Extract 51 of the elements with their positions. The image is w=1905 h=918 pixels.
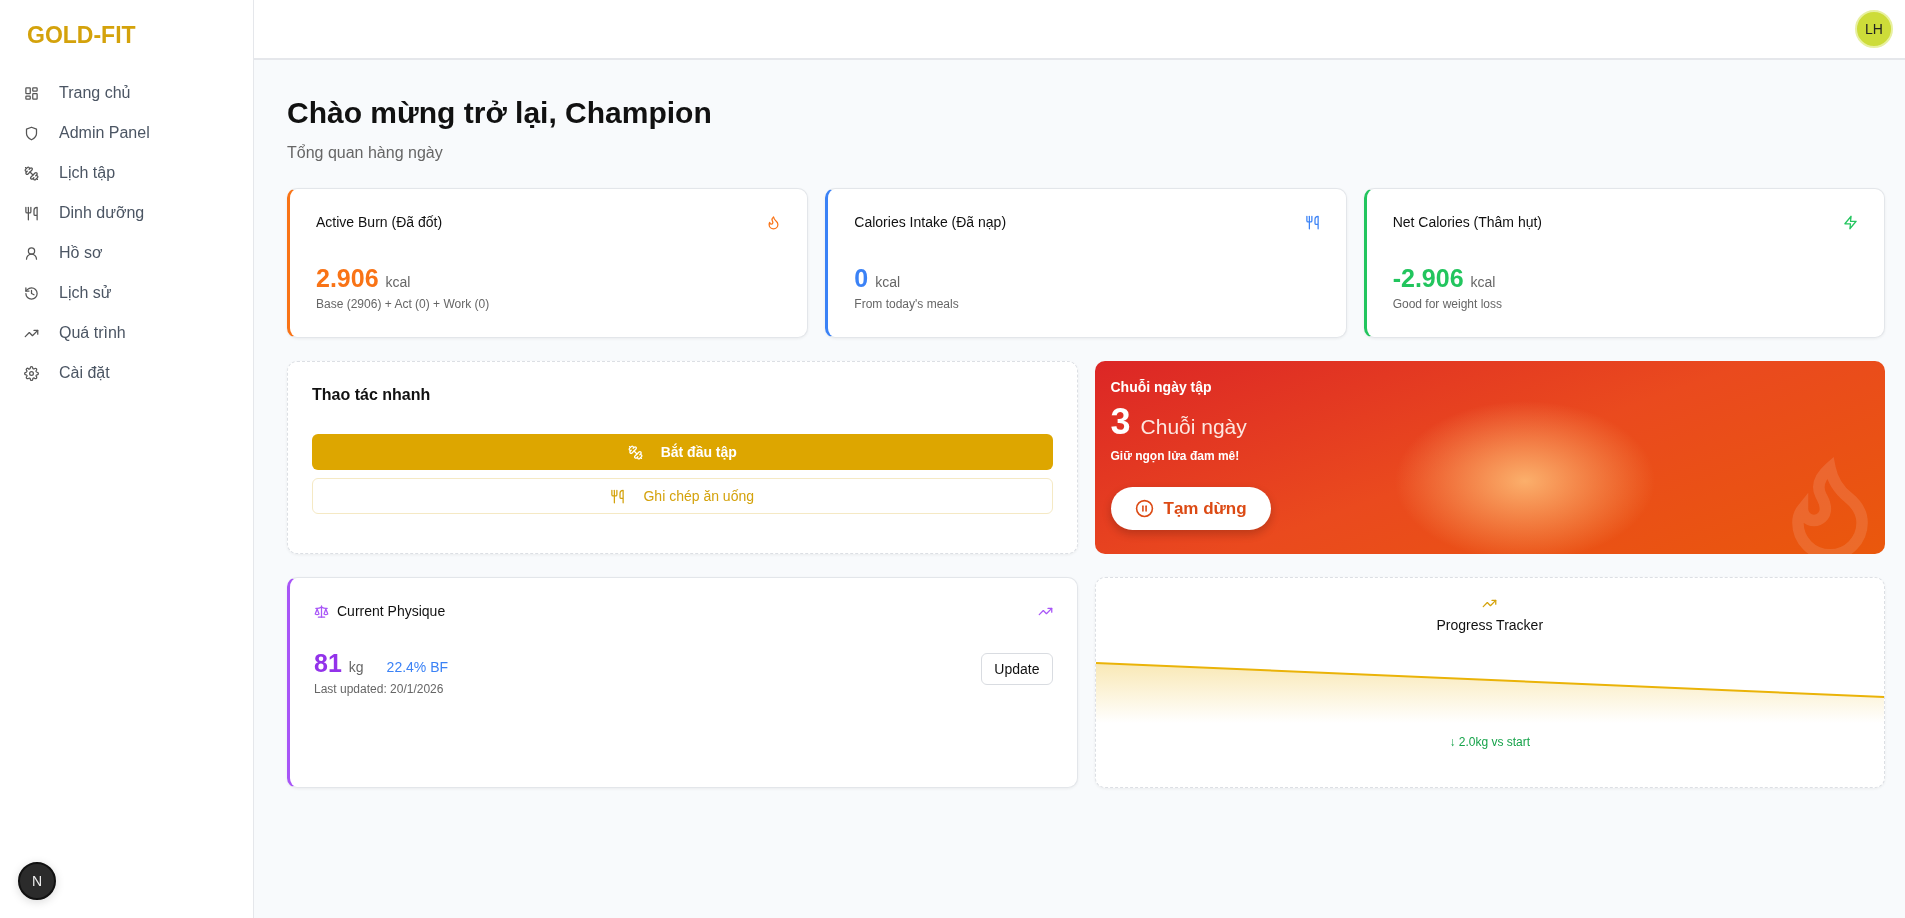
- nav-item[interactable]: Lịch sử: [0, 273, 253, 313]
- dumbbell-icon: [24, 165, 39, 181]
- streak-message: Giữ ngọn lửa đam mê!: [1110, 449, 1241, 463]
- card-title: Current Physique: [337, 603, 446, 619]
- utensils-icon: [1304, 214, 1320, 230]
- card-title: Progress Tracker: [1436, 617, 1544, 633]
- dev-tools-button[interactable]: N: [18, 862, 56, 900]
- stat-unit: kcal: [1470, 274, 1496, 290]
- history-icon: [24, 285, 39, 301]
- stat-unit: kcal: [875, 274, 901, 290]
- utensils-icon: [24, 205, 39, 221]
- nav-item[interactable]: Dinh dưỡng: [0, 193, 253, 233]
- user-icon: [24, 245, 39, 261]
- nav-item[interactable]: Cài đặt: [0, 353, 253, 393]
- grid-icon: [24, 85, 39, 101]
- progress-change: ↓ 2.0kg vs start: [1449, 735, 1531, 749]
- stat-title: Net Calories (Thâm hụt): [1392, 214, 1543, 230]
- stat-note: Base (2906) + Act (0) + Work (0): [316, 297, 491, 311]
- streak-count: 3: [1110, 401, 1131, 443]
- stat-note: From today's meals: [854, 297, 960, 311]
- nav-item[interactable]: Lịch tập: [0, 153, 253, 193]
- stat-value: -2.906: [1392, 264, 1464, 293]
- nav-item[interactable]: Quá trình: [0, 313, 253, 353]
- streak-title: Chuỗi ngày tập: [1110, 379, 1213, 395]
- stat-title: Active Burn (Đã đốt): [316, 214, 443, 230]
- stat-value: 2.906: [316, 264, 379, 293]
- utensils-icon: [610, 488, 626, 504]
- stat-title: Calories Intake (Đã nạp): [854, 214, 1007, 230]
- nav-item[interactable]: Hồ sơ: [0, 233, 253, 273]
- dumbbell-icon: [627, 444, 643, 460]
- scale-icon: [314, 603, 329, 619]
- streak-unit: Chuỗi ngày: [1140, 415, 1247, 439]
- last-updated: Last updated: 20/1/2026: [314, 682, 445, 696]
- shield-icon: [24, 125, 39, 141]
- settings-icon: [24, 365, 39, 381]
- nav-item[interactable]: Admin Panel: [0, 113, 253, 153]
- lightning-icon: [1843, 214, 1858, 230]
- stat-note: Good for weight loss: [1392, 297, 1504, 311]
- pause-button[interactable]: Tạm dừng: [1110, 487, 1271, 530]
- nav-item[interactable]: Trang chủ: [0, 73, 253, 113]
- page-title: Chào mừng trở lại, Champion: [287, 96, 713, 130]
- weight-unit: kg: [348, 659, 364, 675]
- stat-value: 0: [854, 264, 869, 293]
- card-title: Thao tác nhanh: [312, 386, 432, 404]
- update-button[interactable]: Update: [981, 652, 1053, 685]
- pause-icon: [1134, 499, 1154, 518]
- avatar[interactable]: LH: [1855, 10, 1893, 48]
- page-subtitle: Tổng quan hàng ngày: [287, 144, 444, 162]
- body-fat: 22.4% BF: [386, 659, 449, 675]
- stat-unit: kcal: [385, 274, 411, 290]
- weight-value: 81: [314, 649, 342, 678]
